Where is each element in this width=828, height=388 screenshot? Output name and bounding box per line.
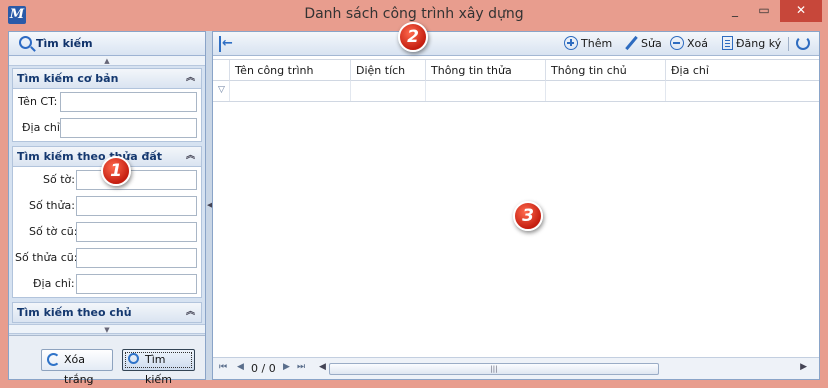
column-header-project-name[interactable]: Tên công trình [230,60,351,81]
clear-button-label: Xóa trắng [64,353,94,386]
panel-scroll-down-button[interactable]: ▼ [9,324,205,334]
old-sheet-number-input[interactable] [76,222,197,242]
minus-icon [670,36,684,50]
form-row: Địa chỉ: [13,115,201,141]
form-row: Tên CT: [13,89,201,115]
edit-button-label: Sửa [641,37,662,50]
owner-search-title: Tìm kiếm theo chủ [17,306,132,319]
register-button-label: Đăng ký [736,37,782,50]
sheet-number-input[interactable] [76,170,197,190]
old-parcel-number-input[interactable] [76,248,197,268]
column-header-area[interactable]: Diện tích [351,60,426,81]
owner-search-group-header[interactable]: Tìm kiếm theo chủ ︽ [13,303,201,323]
field-label: Số thửa: [29,199,75,212]
column-header-parcel-info[interactable]: Thông tin thửa [426,60,546,81]
collapse-panel-icon[interactable]: ← [219,36,235,52]
search-button-label: Tìm kiếm [145,353,172,386]
filter-icon: ▽ [218,85,225,95]
last-page-icon[interactable]: ⏭ [297,362,305,372]
register-button[interactable]: Đăng ký [722,35,781,53]
form-row: Số tờ cũ: [13,219,201,245]
grid-header: Tên công trình Diện tích Thông tin thửa … [213,59,819,81]
previous-page-icon[interactable]: ◀ [237,362,244,372]
marker-2: 2 [398,22,428,52]
first-page-icon[interactable]: ⏮ [219,362,227,372]
filter-cell-project-name[interactable] [230,81,351,101]
next-page-icon[interactable]: ▶ [283,362,290,372]
field-label: Số thửa cũ: [15,251,78,264]
toolbar-divider [788,37,789,51]
scroll-right-icon[interactable]: ▶ [800,362,807,372]
parcel-address-input[interactable] [76,274,197,294]
grid-body[interactable] [213,102,819,356]
collapse-chevron-icon[interactable]: ︽ [186,303,195,322]
add-button[interactable]: Thêm [564,35,612,53]
search-button[interactable]: Tìm kiếm [122,349,195,386]
basic-search-title: Tìm kiếm cơ bản [17,72,119,85]
field-label: Tên CT: [18,95,58,108]
field-label: Địa chỉ: [33,277,75,290]
close-button[interactable]: ✕ [780,0,822,22]
project-name-input[interactable] [60,92,197,112]
delete-button[interactable]: Xoá [670,35,708,53]
form-row: Địa chỉ: [13,271,201,297]
toolbar: ← Thêm Sửa Xoá Đăng ký [213,32,819,56]
column-header-owner-info[interactable]: Thông tin chủ [546,60,666,81]
plus-icon [564,36,578,50]
edit-button[interactable]: Sửa [624,35,662,53]
row-indicator-header [213,60,230,81]
app-window: M Danh sách công trình xây dựng _ ▭ ✕ Tì… [0,0,828,388]
minimize-button[interactable]: _ [721,0,749,22]
search-icon [19,36,32,49]
search-panel-footer: Xóa trắng Tìm kiếm [9,335,205,386]
form-row: Số thửa cũ: [13,245,201,271]
filter-cell-area[interactable] [351,81,426,101]
document-icon [722,36,733,50]
horizontal-scrollbar[interactable]: ◀ ||| ▶ [319,362,807,376]
refresh-icon [47,353,60,366]
collapse-chevron-icon[interactable]: ︽ [186,69,195,88]
search-groups: Tìm kiếm cơ bản ︽ Tên CT: Địa chỉ: Tìm k… [12,68,202,323]
column-header-address[interactable]: Địa chỉ [666,60,819,81]
basic-search-group-header[interactable]: Tìm kiếm cơ bản ︽ [13,69,201,89]
search-icon [128,353,139,364]
refresh-button[interactable] [796,35,813,53]
clear-button[interactable]: Xóa trắng [41,349,113,386]
owner-search-group: Tìm kiếm theo chủ ︽ [12,302,202,323]
add-button-label: Thêm [581,37,613,50]
refresh-icon [796,36,810,50]
filter-cell-owner-info[interactable] [546,81,666,101]
marker-1: 1 [101,156,131,186]
field-label: Số tờ cũ: [29,225,78,238]
grid-filter-row: ▽ [213,81,819,102]
filter-row-indicator: ▽ [213,81,230,101]
maximize-button[interactable]: ▭ [750,0,778,22]
basic-search-group: Tìm kiếm cơ bản ︽ Tên CT: Địa chỉ: [12,68,202,142]
marker-3: 3 [513,201,543,231]
field-label: Số tờ: [43,173,75,186]
page-indicator: 0 / 0 [251,362,276,375]
address-input[interactable] [60,118,197,138]
search-panel: Tìm kiếm ▲ Tìm kiếm cơ bản ︽ Tên CT: Địa… [8,31,206,386]
scrollbar-thumb[interactable]: ||| [329,363,659,375]
search-panel-header[interactable]: Tìm kiếm [9,32,205,56]
scroll-left-icon[interactable]: ◀ [319,362,326,372]
search-panel-title: Tìm kiếm [36,37,93,50]
delete-button-label: Xoá [687,37,709,50]
parcel-search-title: Tìm kiếm theo thửa đất [17,150,163,163]
pencil-icon [624,36,638,50]
filter-cell-parcel-info[interactable] [426,81,546,101]
panel-scroll-up-button[interactable]: ▲ [9,56,205,66]
window-title: Danh sách công trình xây dựng [304,6,524,22]
collapse-chevron-icon[interactable]: ︽ [186,147,195,166]
pager: ⏮ ◀ 0 / 0 ▶ ⏭ ◀ ||| ▶ [213,357,819,379]
form-row: Số thửa: [13,193,201,219]
parcel-number-input[interactable] [76,196,197,216]
filter-cell-address[interactable] [666,81,819,101]
field-label: Địa chỉ: [22,121,64,134]
